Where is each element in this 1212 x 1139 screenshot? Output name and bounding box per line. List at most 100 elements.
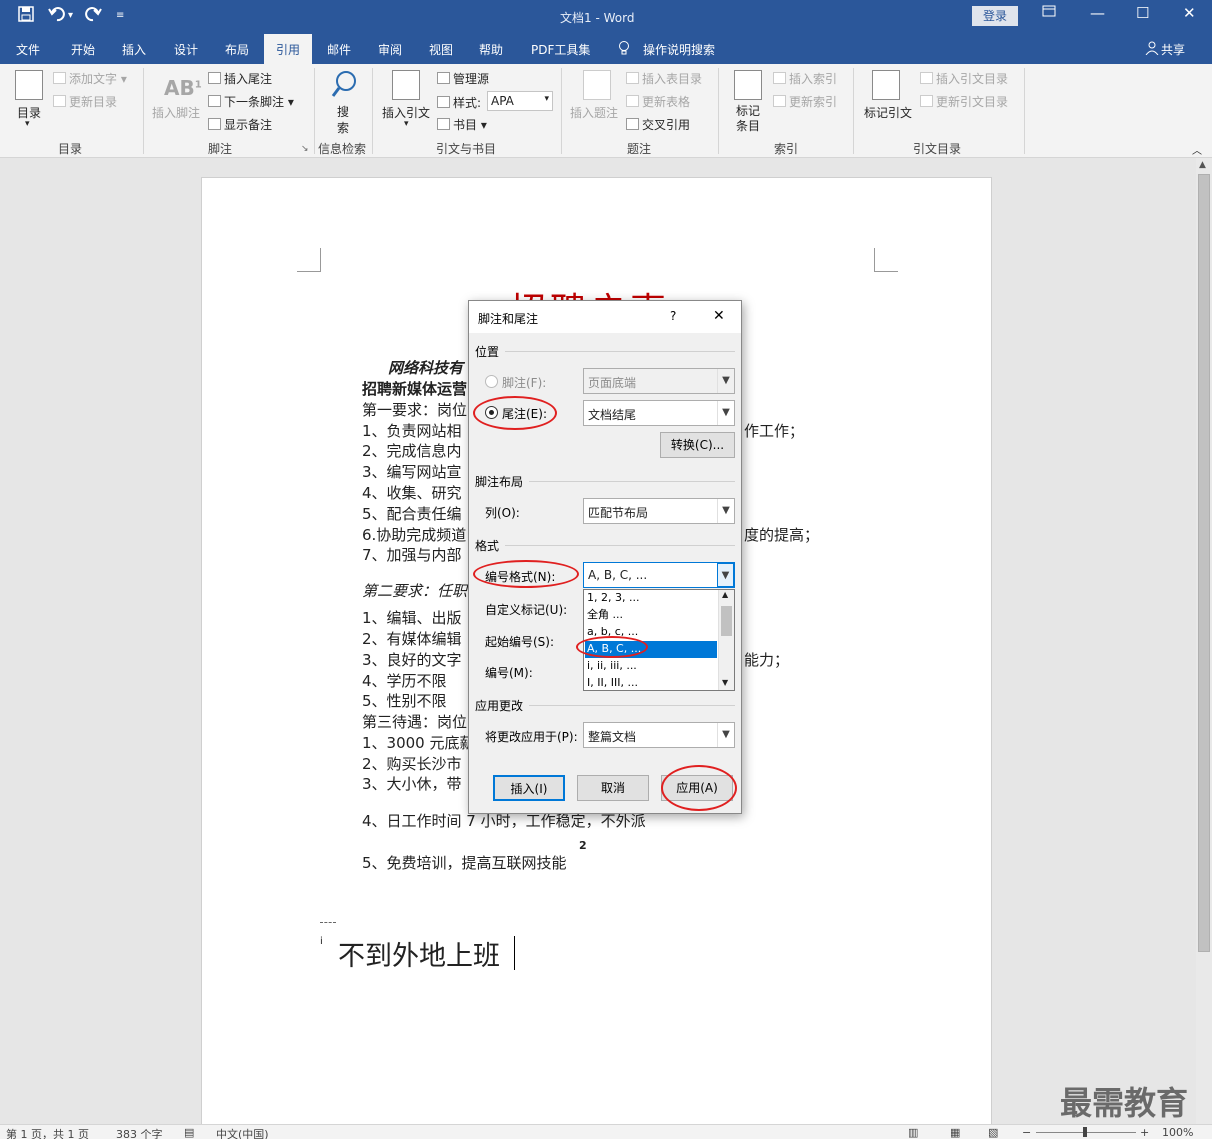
tell-me-search[interactable]: 操作说明搜索 [643, 41, 715, 58]
doc-line: 2、有媒体编辑 [362, 630, 462, 648]
cancel-button[interactable]: 取消 [577, 775, 649, 801]
toc-icon [15, 70, 43, 100]
add-text-button[interactable]: 添加文字 ▾ [53, 70, 127, 87]
scroll-up-icon[interactable]: ▲ [722, 590, 728, 599]
tab-pdf-tools[interactable]: PDF工具集 [531, 41, 590, 58]
tab-review[interactable]: 审阅 [378, 41, 402, 58]
cross-reference-label: 交叉引用 [642, 118, 691, 132]
update-toa-button[interactable]: 更新引文目录 [920, 93, 1008, 110]
print-layout-icon[interactable]: ▦ [950, 1126, 960, 1139]
next-footnote-button[interactable]: 下一条脚注 ▾ [208, 93, 294, 110]
scroll-up-icon[interactable]: ▲ [1199, 160, 1206, 170]
undo-dropdown-icon[interactable]: ▾ [68, 6, 73, 26]
insert-toa-label: 插入引文目录 [936, 72, 1009, 86]
toc-dropdown-icon[interactable]: ▾ [25, 119, 30, 129]
collapse-ribbon-icon[interactable]: ︿ [1192, 142, 1202, 157]
endnote-location-select[interactable]: 文档结尾 ▼ [583, 400, 735, 426]
doc-line: 4、学历不限 [362, 672, 447, 690]
doc-line: 3、编写网站宣 [362, 463, 462, 481]
zoom-slider-thumb[interactable] [1083, 1127, 1087, 1137]
update-table-button[interactable]: 更新表格 [626, 93, 690, 110]
apply-to-select[interactable]: 整篇文档 ▼ [583, 722, 735, 748]
share-button[interactable]: 共享 [1161, 41, 1185, 58]
update-toc-label: 更新目录 [69, 95, 118, 109]
tab-insert[interactable]: 插入 [122, 41, 146, 58]
minimize-icon[interactable]: — [1090, 4, 1105, 22]
format-option[interactable]: I, II, III, ... [585, 675, 717, 690]
tab-references[interactable]: 引用 [264, 34, 312, 64]
citation-style-value: APA [491, 94, 514, 108]
proofing-icon[interactable]: ▤ [184, 1126, 194, 1139]
person-icon [1145, 41, 1159, 58]
doc-line: 2、完成信息内 [362, 442, 462, 460]
insert-index-button[interactable]: 插入索引 [773, 70, 837, 87]
scrollbar-thumb[interactable] [1198, 174, 1210, 952]
insert-button[interactable]: 插入(I) [493, 775, 565, 801]
web-layout-icon[interactable]: ▧ [988, 1126, 998, 1139]
insert-endnote-button[interactable]: 插入尾注 [208, 70, 272, 87]
insert-table-of-figures-button[interactable]: 插入表目录 [626, 70, 702, 87]
status-bar: 第 1 页，共 1 页 383 个字 ▤ 中文(中国) ▥ ▦ ▧ − + 10… [0, 1124, 1212, 1139]
listbox-scrollbar[interactable]: ▲ ▼ [718, 590, 734, 690]
footnote-location-value: 页面底端 [588, 376, 637, 390]
vertical-scrollbar[interactable]: ▲ [1196, 158, 1212, 1124]
bibliography-button[interactable]: 书目 ▾ [437, 116, 487, 133]
page-count[interactable]: 第 1 页，共 1 页 [6, 1126, 89, 1139]
tab-help[interactable]: 帮助 [479, 41, 503, 58]
insert-caption-button[interactable]: 插入题注 [570, 104, 618, 121]
customize-qat-icon[interactable]: ≡ [116, 6, 124, 26]
login-button[interactable]: 登录 [972, 6, 1018, 26]
search-button[interactable]: 搜索 [337, 104, 351, 136]
format-option[interactable]: 全角 ... [585, 607, 717, 624]
cross-reference-button[interactable]: 交叉引用 [626, 116, 690, 133]
footnote-radio[interactable] [485, 375, 498, 388]
mark-entry-button[interactable]: 标记条目 [736, 104, 760, 134]
section-line [505, 545, 735, 546]
update-index-button[interactable]: 更新索引 [773, 93, 837, 110]
columns-select[interactable]: 匹配节布局 ▼ [583, 498, 735, 524]
read-mode-icon[interactable]: ▥ [908, 1126, 918, 1139]
window-title: 文档1 - Word [560, 11, 635, 25]
listbox-scroll-thumb[interactable] [721, 606, 732, 636]
group-captions-label: 题注 [627, 142, 652, 156]
number-format-select[interactable]: A, B, C, ... ▼ [583, 562, 735, 588]
insert-toa-button[interactable]: 插入引文目录 [920, 70, 1008, 87]
language-indicator[interactable]: 中文(中国) [216, 1126, 269, 1139]
zoom-level[interactable]: 100% [1162, 1126, 1193, 1139]
ribbon-display-options-icon[interactable] [1042, 4, 1056, 22]
citation-style-select[interactable]: APA ▾ [487, 91, 553, 111]
doc-line: 2、购买长沙市 [362, 755, 462, 773]
tab-view[interactable]: 视图 [429, 41, 453, 58]
zoom-in-icon[interactable]: + [1140, 1126, 1149, 1139]
endnote-text[interactable]: 不到外地上班 [338, 934, 500, 973]
tab-layout[interactable]: 布局 [225, 41, 249, 58]
convert-button[interactable]: 转换(C)... [660, 432, 735, 458]
format-option[interactable]: 1, 2, 3, ... [585, 590, 717, 607]
update-toc-button[interactable]: 更新目录 [53, 93, 117, 110]
manage-sources-button[interactable]: 管理源 [437, 70, 489, 87]
undo-icon[interactable] [48, 6, 66, 27]
tab-design[interactable]: 设计 [174, 41, 198, 58]
show-notes-button[interactable]: 显示备注 [208, 116, 272, 133]
tab-home[interactable]: 开始 [71, 41, 95, 58]
format-option[interactable]: i, ii, iii, ... [585, 658, 717, 675]
tab-mailings[interactable]: 邮件 [327, 41, 351, 58]
word-count[interactable]: 383 个字 [116, 1126, 163, 1139]
zoom-out-icon[interactable]: − [1022, 1126, 1031, 1139]
save-icon[interactable] [18, 6, 34, 27]
close-icon[interactable]: ✕ [1183, 4, 1196, 22]
scroll-down-icon[interactable]: ▼ [722, 678, 728, 687]
doc-line: 1、负责网站相 [362, 422, 462, 440]
maximize-icon[interactable]: ☐ [1136, 4, 1149, 22]
dialog-close-button[interactable]: ✕ [713, 308, 725, 324]
footnote-dialog-launcher-icon[interactable]: ↘ [301, 144, 309, 154]
update-toa-label: 更新引文目录 [936, 95, 1009, 109]
help-button[interactable]: ? [670, 309, 676, 323]
insert-footnote-button[interactable]: 插入脚注 [152, 104, 200, 121]
redo-icon[interactable] [84, 6, 102, 27]
tab-file[interactable]: 文件 [16, 41, 40, 58]
chevron-down-icon: ▼ [717, 401, 734, 425]
insert-citation-dropdown-icon[interactable]: ▾ [404, 119, 409, 129]
mark-citation-button[interactable]: 标记引文 [864, 104, 912, 121]
annotation-oval [661, 765, 737, 811]
